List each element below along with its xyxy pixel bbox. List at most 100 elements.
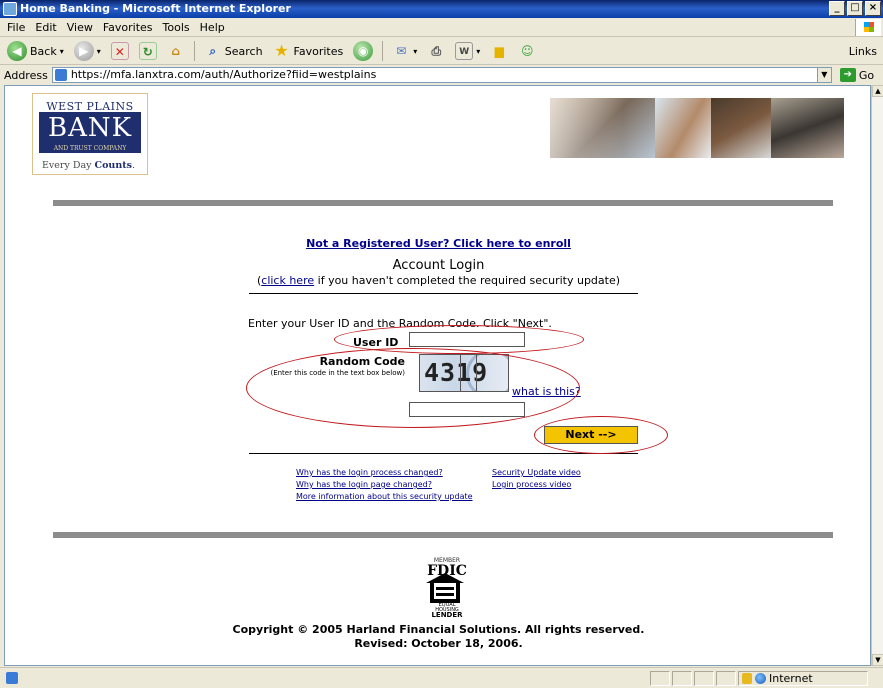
menu-edit[interactable]: Edit <box>32 21 63 34</box>
favorites-label: Favorites <box>293 44 344 58</box>
bank-logo[interactable]: WEST PLAINS BANK AND TRUST COMPANY Every… <box>32 93 148 175</box>
security-update-note: (click here if you haven't completed the… <box>5 274 870 287</box>
form-divider <box>249 453 638 454</box>
security-zone: Internet <box>738 671 868 686</box>
help-link-login-page[interactable]: Why has the login page changed? <box>296 479 432 490</box>
status-page-icon <box>6 672 18 684</box>
maximize-button[interactable]: □ <box>847 1 863 16</box>
header-divider <box>53 200 833 206</box>
user-id-label: User ID <box>353 336 399 349</box>
window-title: Home Banking - Microsoft Internet Explor… <box>20 2 291 15</box>
minimize-button[interactable]: _ <box>829 1 845 16</box>
mail-icon: ✉ <box>396 44 407 58</box>
login-title-divider <box>249 293 638 294</box>
help-link-more-info[interactable]: More information about this security upd… <box>296 491 473 502</box>
captcha-line <box>460 355 461 391</box>
ehl-house <box>430 581 460 603</box>
print-icon: ⎙ <box>431 44 442 58</box>
user-id-input[interactable] <box>409 332 525 347</box>
search-icon: ⌕ <box>209 44 217 58</box>
page-icon <box>54 69 67 81</box>
address-url: https://mfa.lanxtra.com/auth/Authorize?f… <box>70 68 377 81</box>
address-bar: Address https://mfa.lanxtra.com/auth/Aut… <box>0 66 883 84</box>
toolbar-separator <box>382 41 384 61</box>
favorites-button[interactable]: ★ Favorites <box>270 40 347 62</box>
links-label[interactable]: Links <box>849 45 877 58</box>
folder-icon: ▆ <box>494 44 504 58</box>
status-pane <box>716 671 736 686</box>
stop-button[interactable]: ✕ <box>108 40 132 62</box>
help-link-login-video[interactable]: Login process video <box>492 479 571 490</box>
refresh-button[interactable]: ↻ <box>136 40 160 62</box>
random-code-input[interactable] <box>409 402 525 417</box>
ehl-bars <box>436 587 454 590</box>
captcha-line <box>476 355 477 391</box>
random-code-label: Random Code <box>319 355 405 368</box>
back-dropdown-icon: ▾ <box>59 46 64 56</box>
menu-file[interactable]: File <box>4 21 32 34</box>
scroll-down-icon[interactable]: ▼ <box>872 654 883 666</box>
enroll-link[interactable]: Not a Registered User? Click here to enr… <box>5 237 870 250</box>
next-button[interactable]: Next --> <box>544 426 638 444</box>
page-content: WEST PLAINS BANK AND TRUST COMPANY Every… <box>4 85 871 666</box>
revised-line: Revised: October 18, 2006. <box>354 637 523 650</box>
random-code-hint: (Enter this code in the text box below) <box>270 369 405 377</box>
edit-button[interactable]: W ▾ <box>452 40 483 62</box>
forward-dropdown-icon: ▾ <box>96 46 101 56</box>
copyright: Copyright © 2005 Harland Financial Solut… <box>5 623 870 651</box>
help-link-security-video[interactable]: Security Update video <box>492 467 581 478</box>
zone-label: Internet <box>769 672 813 685</box>
messenger-button[interactable]: ☺ <box>515 40 539 62</box>
title-bar: Home Banking - Microsoft Internet Explor… <box>0 0 883 18</box>
media-button[interactable]: ◉ <box>350 40 376 62</box>
edit-icon: W <box>455 42 474 60</box>
refresh-icon: ↻ <box>138 42 157 60</box>
menu-bar: File Edit View Favorites Tools Help <box>0 18 883 37</box>
address-dropdown-icon[interactable]: ▼ <box>816 68 831 82</box>
lock-icon <box>742 673 752 684</box>
media-icon: ◉ <box>353 41 374 61</box>
status-pane <box>672 671 692 686</box>
bank-name-big: BANK <box>39 112 141 145</box>
what-is-this-link[interactable]: what is this? <box>512 385 581 398</box>
menu-favorites[interactable]: Favorites <box>100 21 160 34</box>
security-update-link[interactable]: click here <box>261 274 314 287</box>
star-icon: ★ <box>274 41 289 60</box>
back-arrow-icon: ◀ <box>7 41 27 61</box>
scroll-up-icon[interactable]: ▲ <box>872 85 883 97</box>
back-button[interactable]: ◀ Back ▾ <box>4 40 67 62</box>
status-bar: Internet <box>0 667 883 688</box>
folder-button[interactable]: ▆ <box>487 40 511 62</box>
search-label: Search <box>224 44 263 58</box>
captcha-image: 4319 <box>419 354 509 392</box>
ehl-lender: LENDER <box>431 611 463 619</box>
footer-divider <box>53 532 833 538</box>
status-pane <box>694 671 714 686</box>
menu-view[interactable]: View <box>64 21 100 34</box>
help-link-login-process[interactable]: Why has the login process changed? <box>296 467 443 478</box>
menu-tools[interactable]: Tools <box>160 21 197 34</box>
print-button[interactable]: ⎙ <box>424 40 448 62</box>
bank-tagline: Every Day Counts. <box>42 160 136 171</box>
ie-icon <box>3 2 17 16</box>
captcha-code: 4319 <box>424 358 489 387</box>
photo-fade-overlay <box>550 98 844 158</box>
forward-button[interactable]: ▶ ▾ <box>71 40 104 62</box>
go-label: Go <box>858 68 875 82</box>
mail-button[interactable]: ✉ ▾ <box>389 40 420 62</box>
toolbar: ◀ Back ▾ ▶ ▾ ✕ ↻ ⌂ ⌕ Search ★ Favorites … <box>0 38 883 65</box>
vertical-scrollbar[interactable]: ▲ ▼ <box>871 85 883 666</box>
browser-window: Home Banking - Microsoft Internet Explor… <box>0 0 883 688</box>
address-input[interactable]: https://mfa.lanxtra.com/auth/Authorize?f… <box>51 67 832 83</box>
go-button[interactable]: ➔ Go <box>839 68 875 82</box>
menu-help[interactable]: Help <box>197 21 232 34</box>
back-label: Back <box>30 44 57 58</box>
bank-name-sub: AND TRUST COMPANY <box>39 145 141 153</box>
toolbar-separator <box>193 41 195 61</box>
address-label: Address <box>4 68 48 82</box>
search-button[interactable]: ⌕ Search <box>201 40 266 62</box>
window-controls: _ □ × <box>829 1 881 16</box>
note-rest: if you haven't completed the required se… <box>314 274 621 287</box>
home-button[interactable]: ⌂ <box>164 40 188 62</box>
close-button[interactable]: × <box>865 1 881 16</box>
